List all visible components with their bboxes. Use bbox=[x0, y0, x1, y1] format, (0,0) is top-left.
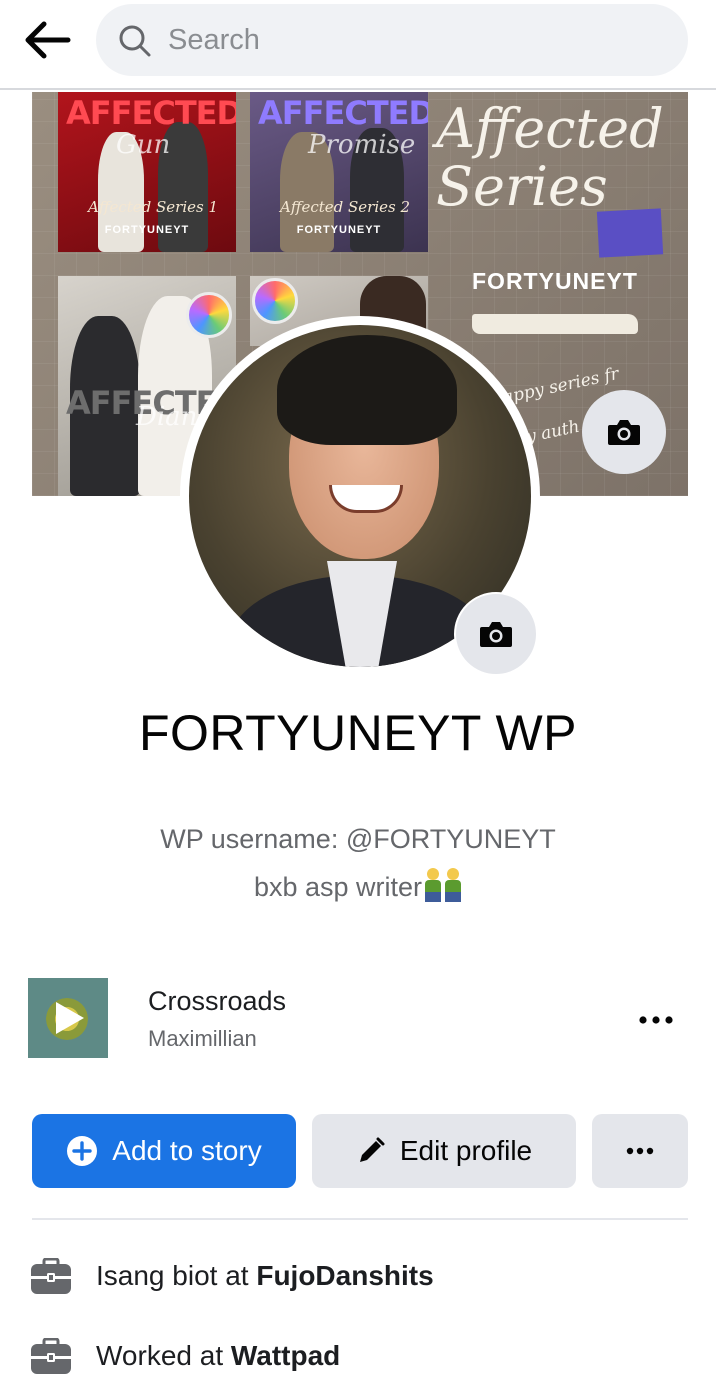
briefcase-icon bbox=[31, 1258, 71, 1294]
search-icon bbox=[119, 25, 151, 57]
song-artist: Maximillian bbox=[148, 1026, 257, 1051]
intro-place[interactable]: Wattpad bbox=[231, 1340, 340, 1371]
search-input[interactable] bbox=[168, 4, 668, 76]
pencil-icon bbox=[356, 1136, 386, 1166]
music-more-button[interactable] bbox=[628, 1000, 684, 1040]
cover-torn-paper bbox=[472, 314, 638, 334]
add-to-story-label: Add to story bbox=[112, 1135, 262, 1166]
section-divider bbox=[32, 1218, 688, 1220]
cover-script-title: Affected Series bbox=[436, 97, 664, 218]
briefcase-icon bbox=[31, 1338, 71, 1374]
edit-cover-photo-button[interactable] bbox=[582, 390, 666, 474]
bio-text: bxb asp writer bbox=[253, 872, 423, 902]
lgbt-badge bbox=[186, 292, 232, 338]
intro-text: Worked at Wattpad bbox=[96, 1340, 340, 1372]
back-button[interactable] bbox=[22, 18, 72, 62]
book-series: Affected Series 2 bbox=[280, 198, 411, 216]
top-bar bbox=[0, 0, 716, 90]
song-title: Crossroads bbox=[148, 986, 287, 1016]
edit-profile-label: Edit profile bbox=[399, 1135, 533, 1166]
couple-emoji-icon bbox=[424, 866, 462, 902]
edit-profile-picture-button[interactable] bbox=[454, 592, 538, 676]
intro-work-item[interactable]: Isang biot at FujoDanshits bbox=[0, 1250, 716, 1306]
book-cover-2: AFFECTED Promise Affected Series 2 FORTY… bbox=[250, 92, 428, 252]
camera-icon bbox=[608, 420, 640, 445]
search-bar[interactable] bbox=[96, 4, 688, 76]
book-author: FORTYUNEYT bbox=[104, 224, 190, 236]
book-series: Affected Series 1 bbox=[88, 198, 219, 216]
back-arrow-icon bbox=[25, 21, 71, 59]
intro-prefix: Isang biot at bbox=[96, 1260, 257, 1291]
profile-music: Crossroads Maximillian bbox=[0, 976, 716, 1060]
book-subtitle: Promise bbox=[308, 130, 416, 160]
play-icon bbox=[56, 1002, 84, 1034]
book-subtitle: Gun bbox=[116, 130, 171, 160]
more-icon bbox=[626, 1147, 654, 1155]
album-art[interactable] bbox=[28, 978, 108, 1058]
profile-name: FORTYUNEYT WP bbox=[138, 705, 578, 761]
plus-circle-icon bbox=[66, 1135, 98, 1167]
cover-author: FORTYUNEYT bbox=[472, 268, 638, 294]
book-author: FORTYUNEYT bbox=[296, 224, 382, 236]
book-title: AFFECTED bbox=[258, 94, 428, 132]
book-title: AFFECTED bbox=[66, 94, 236, 132]
camera-icon bbox=[480, 622, 512, 647]
intro-text: Isang biot at FujoDanshits bbox=[96, 1260, 434, 1292]
profile-more-button[interactable] bbox=[592, 1114, 688, 1188]
intro-work-item[interactable]: Worked at Wattpad bbox=[0, 1330, 716, 1376]
intro-place[interactable]: FujoDanshits bbox=[256, 1260, 433, 1291]
book-cover-1: AFFECTED Gun Affected Series 1 FORTYUNEY… bbox=[58, 92, 236, 252]
bio-line-2: bxb asp writer bbox=[0, 866, 716, 903]
lgbt-badge bbox=[252, 278, 298, 324]
bio-line-1: WP username: @FORTYUNEYT bbox=[160, 824, 556, 854]
cover-decoration bbox=[596, 208, 664, 258]
more-icon bbox=[639, 1016, 673, 1024]
photo-hair bbox=[277, 335, 457, 445]
intro-prefix: Worked at bbox=[96, 1340, 231, 1371]
add-to-story-button[interactable]: Add to story bbox=[32, 1114, 296, 1188]
edit-profile-button[interactable]: Edit profile bbox=[312, 1114, 576, 1188]
